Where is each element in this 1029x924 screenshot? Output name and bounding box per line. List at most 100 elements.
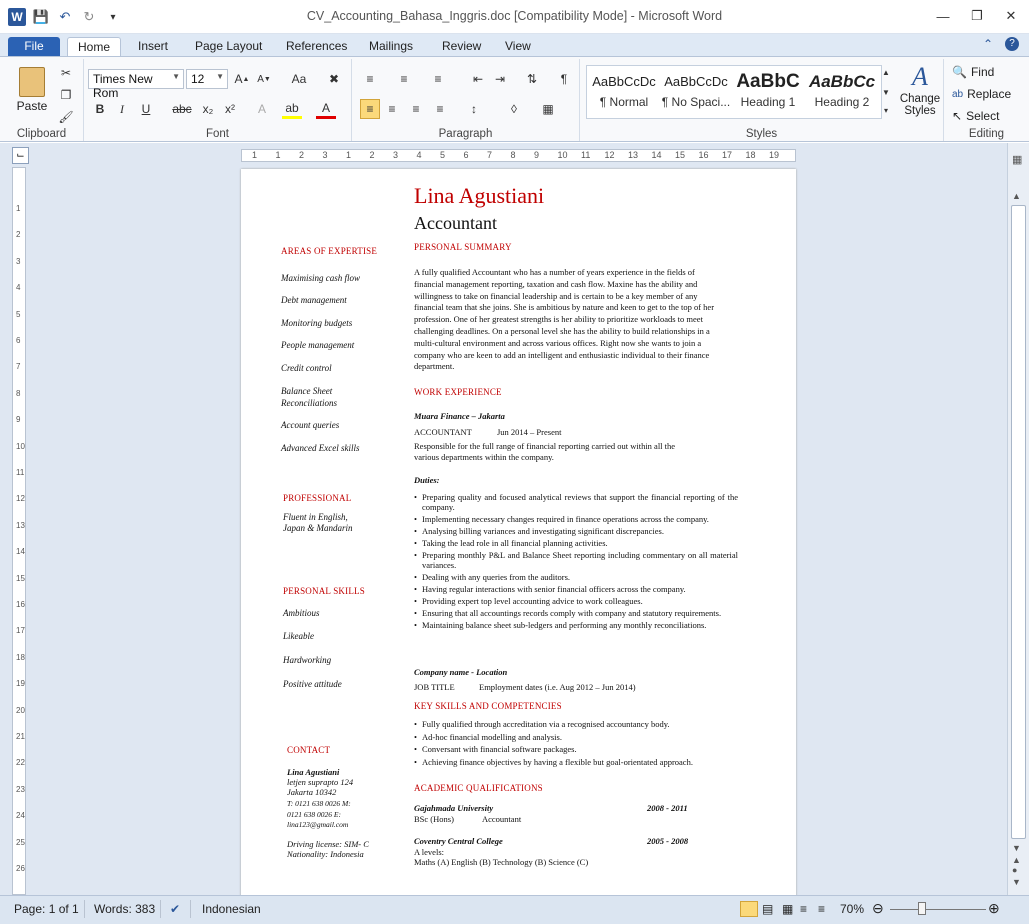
paste-label[interactable]: Paste [12, 99, 52, 113]
clear-formatting-icon[interactable]: ✖ [324, 69, 344, 89]
select-button[interactable]: ↖ Select [952, 107, 999, 125]
help-icon[interactable]: ? [1005, 37, 1019, 51]
zoom-slider[interactable] [890, 909, 986, 910]
style-normal[interactable]: AaBbCcDc ¶ Normal [588, 69, 660, 119]
styles-scroll-down-icon[interactable]: ▼ [876, 83, 896, 101]
tab-file[interactable]: File [8, 37, 60, 57]
draft-icon[interactable]: ≡ [818, 902, 825, 916]
cut-icon[interactable]: ✂ [56, 63, 76, 83]
find-button[interactable]: 🔍 Find [952, 63, 994, 81]
change-styles-button[interactable]: A Change Styles [898, 61, 942, 117]
style-heading-1[interactable]: AaBbC Heading 1 [732, 69, 804, 119]
outline-icon[interactable]: ≡ [800, 902, 807, 916]
word-count[interactable]: Words: 383 [94, 902, 155, 916]
numbering-icon[interactable]: ≡ [394, 69, 414, 89]
key-skills-list: Fully qualified through accreditation vi… [414, 719, 744, 769]
print-layout-icon[interactable] [740, 901, 758, 917]
a-levels-subjects: Maths (A) English (B) Technology (B) Sci… [414, 857, 589, 867]
full-screen-reading-icon[interactable]: ▤ [762, 902, 773, 916]
shrink-font-icon[interactable]: A ▼ [254, 69, 274, 89]
multilevel-list-icon[interactable]: ≡ [428, 69, 448, 89]
copy-icon[interactable]: ❐ [56, 85, 76, 105]
minimize-ribbon-icon[interactable]: ⌃ [983, 37, 993, 51]
decrease-indent-icon[interactable]: ⇤ [468, 69, 488, 89]
styles-label: Styles [745, 128, 778, 140]
underline-button[interactable]: U [136, 99, 156, 119]
summary-line: A fully qualified Accountant who has a n… [414, 267, 695, 277]
bullets-icon[interactable]: ≡ [360, 69, 380, 89]
font-size-select[interactable]: 12 ▼ [186, 69, 228, 89]
show-marks-icon[interactable]: ¶ [554, 69, 574, 89]
font-family-select[interactable]: Times New Rom ▼ [88, 69, 184, 100]
vruler-tick: 7 [16, 362, 21, 372]
increase-indent-icon[interactable]: ⇥ [490, 69, 510, 89]
grow-font-icon[interactable]: A ▲ [232, 69, 252, 89]
sort-icon[interactable]: ⇅ [522, 69, 542, 89]
skill-item: Ambitious [283, 608, 320, 618]
ruler-view-icon[interactable]: ▦ [1012, 153, 1022, 166]
tab-mailings[interactable]: Mailings [359, 37, 423, 57]
maximize-icon[interactable]: ❐ [969, 8, 985, 24]
styles-scroll-up-icon[interactable]: ▲ [876, 63, 896, 81]
line-spacing-icon[interactable]: ↕ [464, 99, 484, 119]
bold-button[interactable]: B [90, 99, 110, 119]
zoom-in-icon[interactable]: ⊕ [988, 900, 1000, 917]
web-layout-icon[interactable]: ▦ [782, 902, 793, 916]
proofing-icon[interactable]: ✔ [170, 902, 180, 916]
horizontal-ruler[interactable]: 1 1 2 3 1 2 3 4 5 6 7 8 9 10 11 12 13 14 15 16 17 18 19 [241, 149, 796, 162]
borders-icon[interactable]: ▦ [538, 99, 558, 119]
previous-page-icon[interactable]: ▲ [1012, 855, 1021, 865]
paste-button[interactable] [14, 63, 50, 101]
vruler-tick: 10 [16, 441, 25, 451]
summary-line: multi-cultural environment and across va… [414, 337, 702, 348]
document-page[interactable]: Lina Agustiani Accountant AREAS OF EXPER… [241, 169, 796, 895]
vruler-tick: 24 [16, 811, 25, 821]
tab-view[interactable]: View [495, 37, 541, 57]
zoom-level[interactable]: 70% [840, 902, 864, 916]
justify-icon[interactable]: ≡ [430, 99, 450, 119]
font-color-icon[interactable]: A [316, 99, 336, 119]
scroll-up-icon[interactable]: ▲ [1012, 191, 1021, 201]
close-icon[interactable]: ✕ [1003, 8, 1019, 24]
text-effects-icon[interactable]: A [252, 99, 272, 119]
tab-insert[interactable]: Insert [128, 37, 178, 57]
style-heading-2[interactable]: AaBbCc Heading 2 [806, 69, 878, 119]
zoom-out-icon[interactable]: ⊖ [872, 900, 884, 917]
superscript-button[interactable]: x² [220, 99, 240, 119]
ruler-tick: 2 [369, 150, 375, 160]
format-painter-icon[interactable]: 🖌 [56, 107, 76, 127]
scrollbar-thumb[interactable] [1011, 205, 1026, 839]
summary-line: company who are keen to add an intellige… [414, 349, 710, 360]
ruler-tab-selector[interactable]: ⌙ [12, 147, 29, 164]
summary-line: challenging deadlines. On a personal lev… [414, 325, 710, 336]
shading-icon[interactable]: ◊ [504, 99, 524, 119]
styles-more-icon[interactable]: ▾ [876, 101, 896, 119]
scroll-down-icon[interactable]: ▼ [1012, 843, 1021, 853]
language-indicator[interactable]: Indonesian [202, 902, 261, 916]
italic-button[interactable]: I [112, 99, 132, 119]
tab-home[interactable]: Home [67, 37, 122, 57]
change-case-button[interactable]: Aa [286, 69, 312, 89]
subscript-button[interactable]: x₂ [198, 99, 218, 119]
ruler-tick: 10 [557, 150, 568, 160]
expertise-item: Debt management [281, 295, 347, 305]
style-no-spacing[interactable]: AaBbCcDc ¶ No Spaci... [660, 69, 732, 119]
tab-review[interactable]: Review [432, 37, 491, 57]
minimize-icon[interactable]: — [935, 8, 951, 24]
align-center-icon[interactable]: ≡ [382, 99, 402, 119]
vruler-tick: 3 [16, 256, 21, 266]
highlight-icon[interactable]: ab [282, 99, 302, 119]
strikethrough-button[interactable]: abc [170, 99, 194, 119]
browse-object-icon[interactable]: ● [1012, 865, 1017, 875]
align-right-icon[interactable]: ≡ [406, 99, 426, 119]
zoom-slider-thumb[interactable] [918, 902, 926, 915]
vertical-ruler[interactable]: 1 2 3 4 5 6 7 8 9 10 11 12 13 14 15 16 17 18 19 20 21 22 23 24 2… [12, 167, 26, 895]
align-left-icon[interactable]: ≡ [360, 99, 380, 119]
key-skill-item: Fully qualified through accreditation vi… [414, 719, 744, 729]
replace-button[interactable]: ab Replace [952, 85, 1011, 103]
tab-references[interactable]: References [276, 37, 357, 57]
tab-page-layout[interactable]: Page Layout [185, 37, 272, 57]
next-page-icon[interactable]: ▼ [1012, 877, 1021, 887]
vertical-scrollbar[interactable]: ▦ ▲ ▼ ▲ ● ▼ [1007, 143, 1029, 895]
page-count[interactable]: Page: 1 of 1 [14, 902, 79, 916]
